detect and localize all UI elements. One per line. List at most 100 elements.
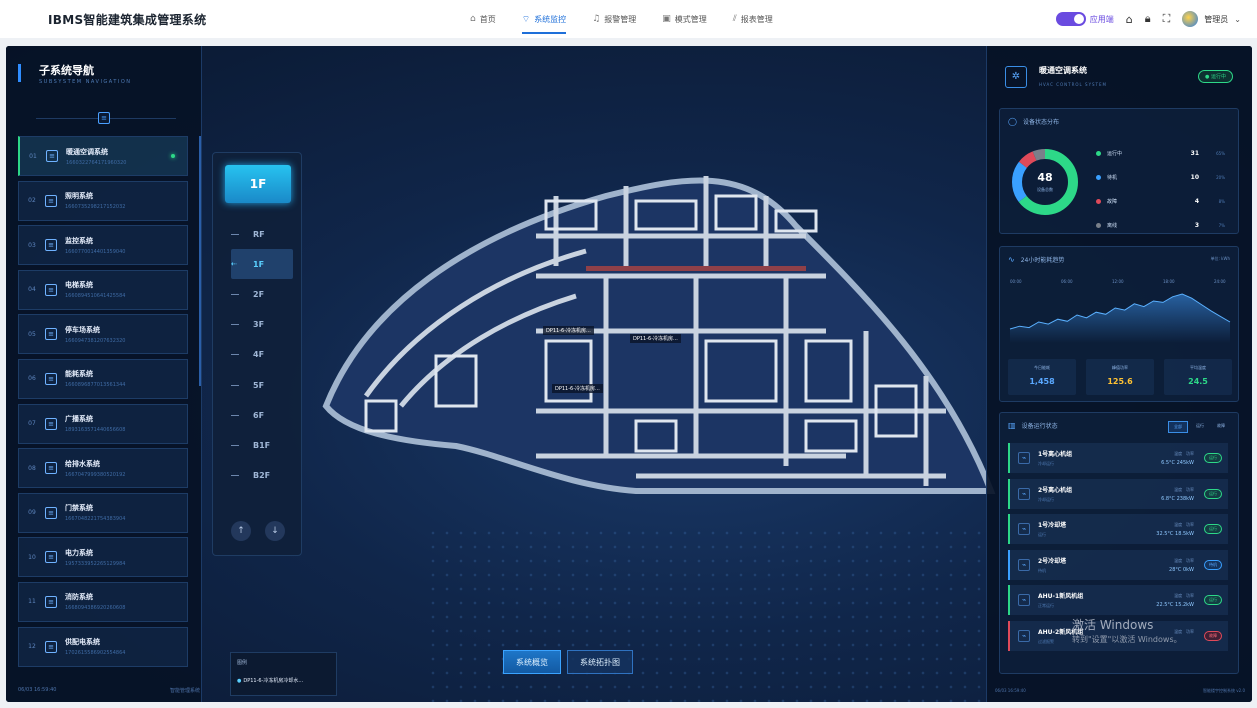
user-name[interactable]: 管理员 [1204,14,1228,25]
app-title: IBMS智能建筑集成管理系统 [48,13,207,27]
filter-all[interactable]: 全部 [1168,421,1188,433]
device-icon: ⌁ [1018,558,1030,571]
subsystem-item[interactable]: 09 ≡ 门禁系统 1667048221754383904 [18,492,188,533]
subsystem-list: 01 ≡ 暖通空调系统 1660322764171960320 02 ≡ 照明系统 16607… [18,136,188,671]
arrow-up-icon[interactable]: ↑ [231,521,251,541]
floor-label: 2F [253,289,265,299]
metric-header: 功率 [1186,628,1194,634]
subsystem-number: 09 [28,509,36,517]
trend-unit: 单位: kWh [1210,256,1230,261]
subsystem-item[interactable]: 01 ≡ 暖通空调系统 1660322764171960320 [18,136,188,176]
metric-headers: 温度 功率 [1156,522,1194,528]
legend-item[interactable]: ● DP11-6-冷冻机房冷却水... [237,677,303,684]
floor-option[interactable]: ⇠ 1F [231,249,293,280]
avatar[interactable] [1182,11,1199,27]
device-name: 1号离心机组 [1038,451,1073,458]
metric-header: 功率 [1186,486,1194,492]
device-icon: ⌁ [1018,523,1030,536]
filter-fault[interactable]: 故障 [1212,421,1230,433]
subsystem-name: 消防系统 [65,593,93,602]
tab-system-overview[interactable]: 系统概览 [503,650,561,674]
scrollbar[interactable] [199,136,201,386]
panel-header: ✲ 暖通空调系统 HVAC CONTROL SYSTEM ● 运行中 [987,52,1252,98]
status-label: 故障 [1107,198,1118,205]
subsystem-item[interactable]: 04 ≡ 电梯系统 1660894510641425584 [18,269,188,310]
device-row[interactable]: ⌁ 2号冷却塔 待机 温度 功率 28°C 0kW 待机 [1008,549,1228,580]
floor-label: RF [253,229,265,239]
subsystem-code: 1660322764171960320 [66,159,127,166]
floor-option[interactable]: 2F [231,279,293,309]
card-title-text: 24小时能耗趋势 [1020,257,1065,264]
home-icon[interactable]: ⌂ [1126,13,1133,26]
metric-value: 6.5°C [1161,460,1176,466]
subsystem-item[interactable]: 06 ≡ 能耗系统 1660896877013561344 [18,358,188,399]
floor-option[interactable]: RF [231,219,293,249]
metric-value: 6.8°C [1161,495,1176,502]
status-label: 运行中 [1107,150,1123,157]
status-percent: 20% [1216,174,1225,180]
tab-system-topology[interactable]: 系统拓扑图 [567,650,633,674]
metric-value: 28°C [1169,566,1182,573]
floor-option[interactable]: B1F [231,430,293,460]
subsystem-text: 监控系统 1660770014401359040 [65,236,125,255]
bell-icon: ♫ [592,14,601,24]
subsystem-item[interactable]: 08 ≡ 给排水系统 1667047999380520192 [18,448,188,489]
plan-label[interactable]: DP11-6-冷冻机房... [630,334,681,343]
subsystem-item[interactable]: 03 ≡ 监控系统 1660770014401359040 [18,225,188,266]
device-row[interactable]: ⌁ 2号离心机组 冷却运行 温度 功率 6.8°C 238kW 运行 [1008,478,1228,509]
subsystem-code: 1667047999380520192 [65,471,126,478]
floor-option[interactable]: 5F [231,370,293,400]
subsystem-item[interactable]: 11 ≡ 消防系统 1668094386920260608 [18,581,188,622]
device-row[interactable]: ⌁ 1号冷却塔 运行 温度 功率 32.5°C 18.5kW 运行 [1008,514,1228,545]
floor-label: 4F [253,350,265,360]
floor-option[interactable]: B2F [231,461,293,491]
fullscreen-icon[interactable]: ⛶ [1163,12,1171,26]
trend-tick: 12:00 [1112,279,1124,284]
subsystem-item[interactable]: 10 ≡ 电力系统 1957333952265129984 [18,537,188,578]
arrow-left-icon: ⇠ [231,260,237,269]
subsystem-item[interactable]: 07 ≡ 广播系统 1893163571440656608 [18,403,188,444]
subsystem-text: 门禁系统 1667048221754383904 [65,503,125,522]
stat-avg-temp: 平均温度 24.5 [1164,359,1232,395]
floor-label: 3F [253,320,265,330]
metric-value: 18.5kW [1175,531,1194,538]
pulse-icon: ∿ [1008,255,1015,264]
nav-report-management[interactable]: ⫽ 报表管理 [733,0,773,38]
nav-alarm-management[interactable]: ♫ 报警管理 [592,0,636,38]
subsystem-name: 电梯系统 [65,281,93,290]
main-nav: ⌂ 首页 ⌔ 系统监控 ♫ 报警管理 ▣ 模式管理 ⫽ 报表管理 [470,0,799,38]
nav-mode-management[interactable]: ▣ 模式管理 [662,0,707,38]
device-row[interactable]: ⌁ 1号离心机组 冷却运行 温度 功率 6.5°C 245kW 运行 [1008,443,1228,473]
nav-system-monitor[interactable]: ⌔ 系统监控 [521,0,567,38]
plan-label[interactable]: DP11-6-冷冻机房... [543,326,594,335]
floor-option[interactable]: 3F [231,310,293,340]
subsystem-icon: ≡ [45,551,57,564]
active-dot [171,154,175,158]
subsystem-number: 02 [28,197,36,205]
floor-plan[interactable] [306,156,996,506]
chevron-down-icon[interactable]: ⌄ [1234,15,1241,24]
subsystem-item[interactable]: 02 ≡ 照明系统 1660735298217152032 [18,180,188,221]
main-stage: DP11-6-冷冻机房... DP11-6-冷冻机房... DP11-6-冷冻机… [6,46,1252,702]
lock-icon[interactable]: 🔒︎ [1145,12,1151,26]
nav-home[interactable]: ⌂ 首页 [470,0,496,38]
floor-option[interactable]: 4F [231,340,293,370]
metric-values: 6.8°C 238kW [1161,496,1194,502]
panel-footer: 06/03 16:59:40 智能管理系统 [18,687,200,694]
energy-trend-chart[interactable]: 00:00 06:00 12:00 18:00 24:00 [1008,277,1232,349]
plan-label[interactable]: DP11-6-冷冻机房... [552,384,603,393]
device-info: 1号离心机组 冷却运行 [1038,449,1072,467]
monitor-icon: ⌔ [521,14,531,25]
floor-tick [231,233,239,235]
filter-running[interactable]: 运行 [1191,421,1209,433]
device-row[interactable]: ⌁ AHU-1新风机组 正常运行 温度 功率 22.5°C 15.2kW 运行 [1008,585,1228,616]
app-mode-toggle[interactable] [1055,12,1086,26]
subsystem-number: 06 [28,375,36,383]
arrow-down-icon[interactable]: ↓ [265,521,285,541]
subsystem-item[interactable]: 05 ≡ 停车场系统 1660947381207632320 [18,314,188,355]
subsystem-item[interactable]: 12 ≡ 供配电系统 1702615586902554864 [18,626,188,667]
device-status-pill: 运行 [1204,524,1222,535]
metric-value: 238kW [1176,495,1194,502]
device-status-pill: 故障 [1204,630,1222,641]
floor-option[interactable]: 6F [231,400,293,430]
